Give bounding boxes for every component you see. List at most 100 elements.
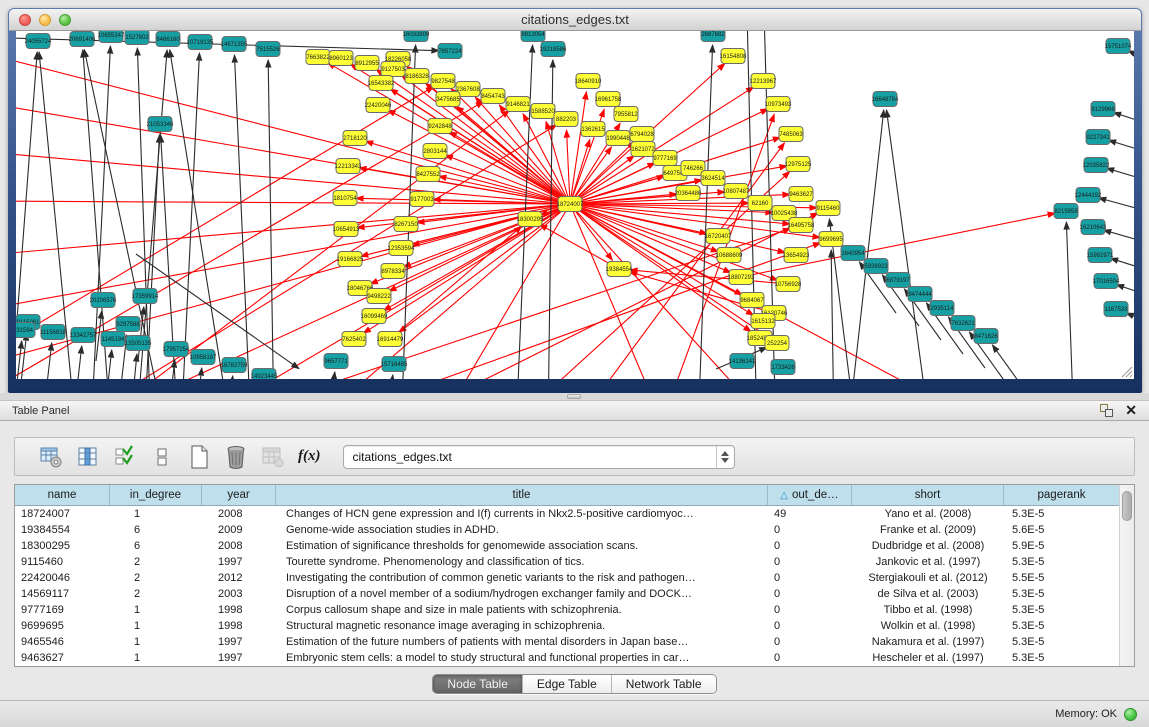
network-node[interactable]: 9129966 — [1091, 102, 1115, 117]
memory-ok-indicator-icon[interactable] — [1124, 708, 1137, 721]
network-node[interactable]: 10655247 — [98, 31, 125, 43]
network-node[interactable]: 8427552 — [416, 167, 440, 182]
network-node[interactable]: 8466160 — [156, 32, 180, 47]
network-node[interactable]: 14136141 — [729, 354, 756, 369]
function-builder-icon[interactable]: f(x) — [298, 448, 321, 465]
network-node[interactable]: 16495758 — [788, 218, 815, 233]
network-node[interactable]: 9127503 — [381, 62, 405, 77]
network-node[interactable]: 7663822 — [306, 50, 330, 65]
table-vertical-scrollbar[interactable] — [1119, 485, 1134, 666]
table-row[interactable]: 1830029562008Estimation of significance … — [15, 538, 1119, 554]
network-node[interactable]: 9684067 — [740, 293, 764, 308]
table-row[interactable]: 1938455462009Genome-wide association stu… — [15, 522, 1119, 538]
network-node[interactable]: 10654913 — [333, 222, 360, 237]
network-node[interactable]: 11156818 — [40, 325, 66, 340]
network-node[interactable]: 16782759 — [221, 358, 248, 373]
column-header-outde[interactable]: △out_de… — [768, 485, 852, 505]
network-node[interactable]: 21053346 — [147, 117, 174, 132]
network-node[interactable]: 1588520 — [531, 104, 555, 119]
network-node[interactable]: 7632621 — [951, 316, 975, 331]
network-node[interactable]: 7955812 — [614, 107, 638, 122]
network-node[interactable]: 8978334 — [381, 264, 405, 279]
network-node[interactable]: 9474444 — [908, 287, 932, 302]
network-node[interactable]: 12213967 — [750, 74, 777, 89]
tab-network-table[interactable]: Network Table — [612, 675, 716, 693]
network-node[interactable]: 13342757 — [70, 328, 97, 343]
scrollbar-thumb[interactable] — [1122, 491, 1132, 521]
network-node[interactable]: 12213343 — [335, 159, 362, 174]
splitter-handle-icon[interactable] — [567, 394, 581, 399]
network-node[interactable]: 18724007 — [557, 197, 584, 212]
network-node[interactable]: 8186328 — [405, 69, 429, 84]
column-header-indegree[interactable]: in_degree — [110, 485, 202, 505]
network-node[interactable]: 8471626 — [974, 329, 998, 344]
network-node[interactable]: 9463627 — [789, 187, 813, 202]
network-node[interactable]: 22420046 — [365, 98, 392, 113]
network-node[interactable]: 2803144 — [423, 144, 447, 159]
network-node[interactable]: 15716485 — [381, 357, 408, 372]
column-header-name[interactable]: name — [15, 485, 110, 505]
network-node[interactable]: 9699695 — [819, 232, 843, 247]
network-node[interactable]: 1640954 — [841, 246, 865, 261]
network-node[interactable]: 1990448 — [606, 131, 630, 146]
network-node[interactable]: 9657771 — [324, 354, 348, 369]
network-node[interactable]: 15992971 — [1087, 248, 1114, 263]
network-node[interactable]: 1615132 — [751, 314, 775, 329]
network-node[interactable]: 7515526 — [256, 42, 280, 57]
tab-node-table[interactable]: Node Table — [433, 675, 523, 693]
network-node[interactable]: 20691406 — [69, 32, 96, 47]
network-node[interactable]: 9146821 — [506, 97, 530, 112]
float-panel-icon[interactable] — [1100, 404, 1113, 417]
network-node[interactable]: 7485063 — [779, 127, 803, 142]
row-height-icon[interactable] — [150, 445, 174, 469]
network-node[interactable]: 12975125 — [785, 157, 812, 172]
network-node[interactable]: 13505135 — [125, 336, 152, 351]
table-row[interactable]: 977716911998Corpus callosum shape and si… — [15, 602, 1119, 618]
network-node[interactable]: 16648784 — [872, 92, 899, 107]
network-node[interactable]: 16914479 — [377, 332, 404, 347]
network-node[interactable]: 3624514 — [701, 171, 725, 186]
network-node[interactable]: 10719135 — [187, 35, 214, 50]
network-node[interactable]: 9115460 — [816, 201, 840, 216]
network-node[interactable]: 6794028 — [630, 127, 654, 142]
table-selector-combobox[interactable]: citations_edges.txt — [343, 445, 735, 469]
network-node[interactable]: 20364486 — [675, 186, 702, 201]
network-node[interactable]: 5938923 — [864, 259, 888, 274]
network-node[interactable]: 8215958 — [1054, 204, 1078, 219]
column-header-pagerank[interactable]: pagerank — [1004, 485, 1119, 505]
network-node[interactable]: 2687682 — [701, 31, 725, 42]
table-row[interactable]: 969969511998Structural magnetic resonanc… — [15, 618, 1119, 634]
network-node[interactable]: 9777169 — [653, 151, 677, 166]
table-row[interactable]: 946362711997Embryonic stem cells: a mode… — [15, 650, 1119, 666]
table-mode-icon[interactable] — [39, 445, 63, 469]
select-rows-check-icon[interactable] — [113, 445, 137, 469]
network-node[interactable]: 18807293 — [728, 270, 755, 285]
network-node[interactable]: 18300295 — [517, 212, 544, 227]
network-node[interactable]: 19166825 — [337, 252, 364, 267]
table-row[interactable]: 911546021997Tourette syndrome. Phenomeno… — [15, 554, 1119, 570]
network-node[interactable]: 13654923 — [783, 248, 810, 263]
network-node[interactable]: 14671355 — [221, 37, 248, 52]
network-node[interactable]: 2935114 — [930, 301, 954, 316]
network-node[interactable]: 19218586 — [540, 42, 567, 57]
network-node[interactable]: 1733426 — [771, 360, 795, 375]
network-node[interactable]: 252254 — [765, 336, 789, 351]
network-node[interactable]: 10958187 — [190, 350, 217, 365]
new-document-icon[interactable] — [187, 445, 211, 469]
column-header-year[interactable]: year — [202, 485, 276, 505]
network-node[interactable]: 16961758 — [595, 92, 622, 107]
network-node[interactable]: 12353594 — [388, 241, 415, 256]
network-node[interactable]: 8267150 — [394, 217, 418, 232]
network-node[interactable]: 7857224 — [438, 44, 462, 59]
table-row[interactable]: 1872400712008Changes of HCN gene express… — [15, 506, 1119, 522]
network-node[interactable]: 62160 — [748, 196, 772, 211]
network-node[interactable]: 10756928 — [775, 277, 802, 292]
column-header-short[interactable]: short — [852, 485, 1004, 505]
window-titlebar[interactable]: citations_edges.txt — [9, 9, 1141, 31]
network-node[interactable]: 16210643 — [1080, 220, 1107, 235]
network-node[interactable]: 6879197 — [886, 273, 910, 288]
network-node[interactable]: 16099469 — [361, 309, 388, 324]
network-node[interactable]: 16543382 — [368, 76, 395, 91]
table-row[interactable]: 2242004622012Investigating the contribut… — [15, 570, 1119, 586]
network-node[interactable]: 8912955 — [355, 56, 379, 71]
